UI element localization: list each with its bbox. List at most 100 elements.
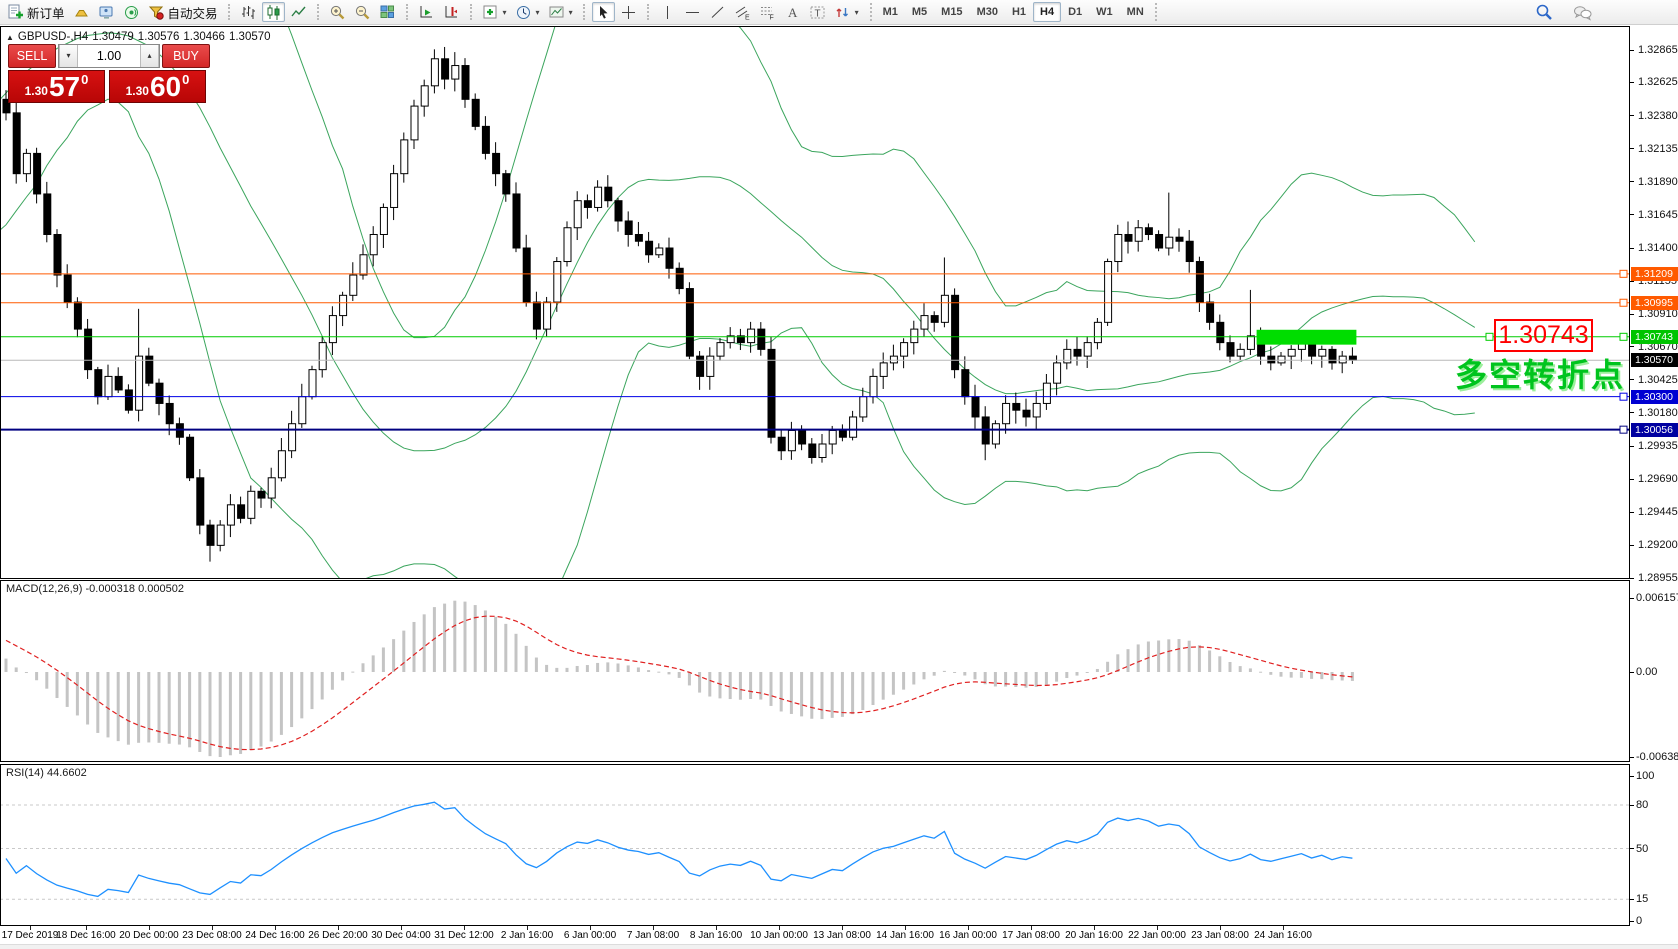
main-chart-canvas[interactable] (0, 26, 1630, 579)
volume-value[interactable]: 1.00 (78, 45, 140, 67)
vertical-line-icon (659, 4, 676, 21)
price-tickmark (1630, 346, 1634, 347)
timeframe-m5[interactable]: M5 (905, 2, 934, 22)
line-chart-button[interactable] (287, 2, 310, 22)
text-icon: A (784, 4, 801, 21)
sell-price[interactable]: 1.30 57 0 (8, 70, 105, 103)
candlestick-chart-button[interactable] (262, 2, 285, 22)
search-button[interactable] (1532, 2, 1556, 22)
macd-tickmark (1630, 672, 1634, 673)
autotrading-icon (148, 4, 165, 21)
gold-bar-icon (73, 4, 90, 21)
price-tick-label: 1.29935 (1638, 439, 1678, 453)
time-tickmark (842, 926, 843, 930)
new-order-button-label: 新订单 (27, 3, 65, 22)
cursor-icon (595, 4, 612, 21)
rsi-canvas[interactable] (0, 764, 1630, 926)
vertical-line-button[interactable] (656, 2, 679, 22)
timeframe-w1[interactable]: W1 (1089, 2, 1120, 22)
bar-chart-button[interactable] (237, 2, 260, 22)
publisher-button[interactable] (70, 2, 93, 22)
timeframe-h4[interactable]: H4 (1033, 2, 1061, 22)
volume-increase-button[interactable]: ▴ (140, 45, 159, 67)
time-label: 18 Dec 16:00 (56, 930, 116, 941)
time-label: 17 Dec 2019 (2, 930, 59, 941)
timeframe-d1[interactable]: D1 (1061, 2, 1089, 22)
macd-axis-label: 0.006157 (1636, 591, 1678, 605)
time-tickmark (1031, 926, 1032, 930)
time-tickmark (30, 926, 31, 930)
cursor-button[interactable] (592, 2, 615, 22)
templates-button[interactable]: ▾ (545, 2, 576, 22)
price-tick-label: 1.31645 (1638, 208, 1678, 222)
text-label-button[interactable]: T (806, 2, 829, 22)
periods-button[interactable]: ▾ (512, 2, 543, 22)
time-tickmark (1157, 926, 1158, 930)
price-tick-label: 1.30180 (1638, 406, 1678, 420)
channel-icon: E (734, 4, 751, 21)
signals-button[interactable] (120, 2, 143, 22)
indicators-button[interactable]: ▾ (479, 2, 510, 22)
time-tickmark (779, 926, 780, 930)
timeframe-mn[interactable]: MN (1120, 2, 1151, 22)
line-chart-icon (290, 4, 307, 21)
price-annotation-box: 1.30743 (1494, 319, 1593, 352)
text-button[interactable]: A (781, 2, 804, 22)
zoom-in-button[interactable] (326, 2, 349, 22)
chat-icon (1573, 4, 1593, 21)
auto-scroll-button[interactable] (415, 2, 438, 22)
horizontal-line-button[interactable] (681, 2, 704, 22)
timeframe-m30[interactable]: M30 (970, 2, 1005, 22)
rsi-axis-label: 50 (1636, 842, 1678, 856)
volume-decrease-button[interactable]: ▾ (59, 45, 78, 67)
time-label: 17 Jan 08:00 (1002, 930, 1060, 941)
time-label: 13 Jan 08:00 (813, 930, 871, 941)
time-label: 30 Dec 04:00 (371, 930, 431, 941)
community-button[interactable] (95, 2, 118, 22)
zoom-out-button[interactable] (351, 2, 374, 22)
collapse-quotes-arrow[interactable]: ▲ (6, 33, 14, 42)
time-label: 26 Dec 20:00 (308, 930, 368, 941)
community-icon (98, 4, 115, 21)
price-tick-label: 1.32380 (1638, 109, 1678, 123)
price-tick-label: 1.28955 (1638, 571, 1678, 585)
chevron-down-icon[interactable]: ▾ (855, 8, 859, 17)
channel-button[interactable]: E (731, 2, 754, 22)
chevron-down-icon[interactable]: ▾ (569, 8, 573, 17)
bottom-scroll-strip[interactable] (0, 944, 1678, 949)
buy-price[interactable]: 1.30 60 0 (109, 70, 206, 103)
toolbar-separator (647, 4, 649, 20)
indicators-icon (482, 4, 499, 21)
ohlc-open: 1.30479 (92, 31, 134, 43)
time-tickmark (1220, 926, 1221, 930)
rsi-axis-label: 15 (1636, 892, 1678, 906)
crosshair-button[interactable] (617, 2, 640, 22)
rsi-tickmark (1630, 848, 1634, 849)
chevron-down-icon[interactable]: ▾ (536, 8, 540, 17)
time-tickmark (716, 926, 717, 930)
tile-windows-button[interactable] (376, 2, 399, 22)
chat-button[interactable] (1570, 2, 1596, 22)
volume-stepper: ▾ 1.00 ▴ (58, 44, 160, 68)
new-order-button[interactable]: 新订单 (4, 2, 68, 22)
sell-button[interactable]: SELL (8, 44, 56, 68)
macd-canvas[interactable] (0, 580, 1630, 762)
macd-axis-label: -0.00638 (1636, 750, 1678, 764)
autotrading-button[interactable]: 自动交易 (145, 2, 221, 22)
fibonacci-button[interactable]: F (756, 2, 779, 22)
time-label: 16 Jan 00:00 (939, 930, 997, 941)
macd-tickmark (1630, 757, 1634, 758)
price-tickmark (1630, 479, 1634, 480)
price-tick-label: 1.32135 (1638, 142, 1678, 156)
ohlc-high: 1.30576 (138, 31, 180, 43)
chart-shift-button[interactable] (440, 2, 463, 22)
macd-axis-label: 0.00 (1636, 665, 1678, 679)
chevron-down-icon[interactable]: ▾ (503, 8, 507, 17)
timeframe-m15[interactable]: M15 (934, 2, 969, 22)
buy-button[interactable]: BUY (162, 44, 210, 68)
timeframe-m1[interactable]: M1 (876, 2, 905, 22)
arrows-button[interactable]: ▾ (831, 2, 862, 22)
timeframe-h1[interactable]: H1 (1005, 2, 1033, 22)
hline-anchor (1620, 333, 1627, 340)
trendline-button[interactable] (706, 2, 729, 22)
